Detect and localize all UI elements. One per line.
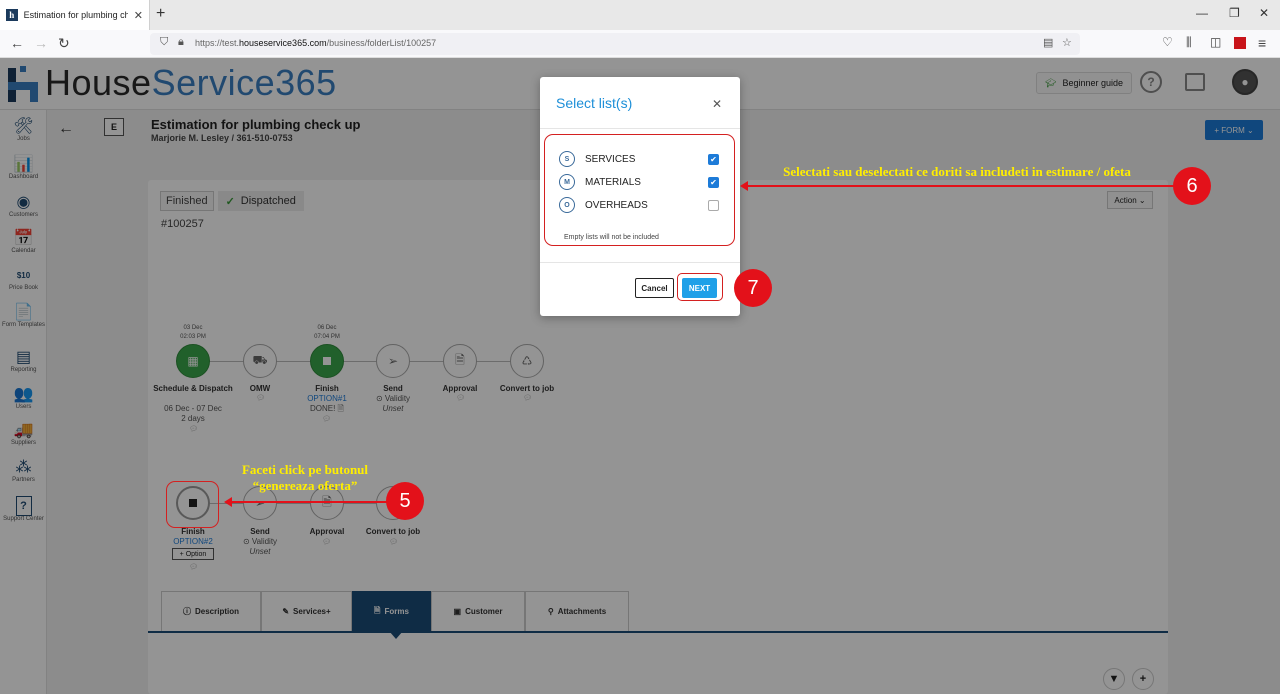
bookmark-star-icon[interactable]: ☆	[1062, 36, 1072, 49]
close-tab-icon[interactable]: ✕	[134, 9, 143, 22]
reload-icon[interactable]: ↻	[58, 35, 70, 52]
shield-icon[interactable]: ⛉	[160, 36, 168, 49]
cancel-button[interactable]: Cancel	[635, 278, 674, 298]
browser-tab-title: Estimation for plumbing check	[23, 10, 128, 20]
annotation-arrow-line	[230, 501, 390, 503]
lock-icon[interactable]: 🔒︎	[178, 36, 184, 49]
browser-tab-bar: h Estimation for plumbing check ✕ + — ❐ …	[0, 0, 1280, 30]
menu-icon[interactable]: ≡	[1258, 35, 1266, 51]
url-text: https://test.houseservice365.com/busines…	[195, 38, 437, 48]
reader-view-icon[interactable]: ▤	[1043, 36, 1053, 49]
annotation-step-6: 6	[1173, 167, 1211, 205]
browser-nav-bar: ← → ↻ ⛉ 🔒︎ https://test.houseservice365.…	[0, 30, 1280, 58]
annotation-arrow-head	[224, 497, 232, 507]
annotation-highlight-next	[677, 273, 723, 301]
back-arrow-icon[interactable]: ←	[10, 35, 24, 51]
window-close-icon[interactable]: ✕	[1259, 6, 1269, 20]
browser-tab[interactable]: h Estimation for plumbing check ✕	[0, 0, 150, 30]
close-icon[interactable]: ✕	[712, 97, 722, 111]
annotation-highlight-finish	[166, 481, 219, 528]
annotation-arrow-head	[740, 181, 748, 191]
annotation-highlight-lists	[544, 134, 735, 246]
annotation-text-6: Selectati sau deselectati ce doriti sa i…	[783, 164, 1131, 179]
extension-icon[interactable]	[1234, 37, 1246, 49]
forward-arrow-icon[interactable]: →	[34, 35, 48, 51]
favicon-icon: h	[6, 9, 18, 21]
library-icon[interactable]: ⫼	[1186, 35, 1192, 50]
address-bar[interactable]: ⛉ 🔒︎ https://test.houseservice365.com/bu…	[150, 33, 1080, 55]
restore-icon[interactable]: ❐	[1229, 6, 1240, 20]
modal-title: Select list(s)	[556, 95, 633, 111]
annotation-step-7: 7	[734, 269, 772, 307]
sidebar-toggle-icon[interactable]: ◫	[1210, 35, 1221, 49]
modal-divider	[540, 128, 740, 129]
pocket-icon[interactable]: ♡	[1162, 35, 1173, 49]
minimize-icon[interactable]: —	[1196, 6, 1208, 20]
annotation-step-5: 5	[386, 482, 424, 520]
modal-divider	[540, 262, 740, 263]
annotation-text-5: Faceti click pe butonul “genereaza ofert…	[241, 462, 369, 493]
new-tab-icon[interactable]: +	[156, 5, 165, 23]
annotation-arrow-line	[746, 185, 1174, 187]
